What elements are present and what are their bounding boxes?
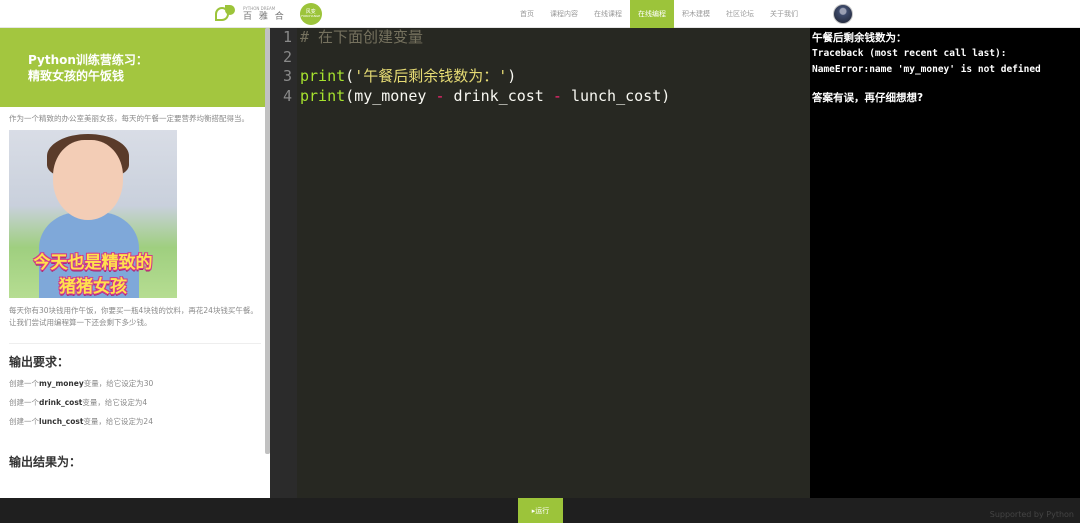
powered-by-text: Supported by Python [989, 510, 1074, 519]
logo-leaf-icon [213, 3, 239, 25]
lesson-content: 作为一个精致的办公室美丽女孩，每天的午餐一定要营养均衡搭配得当。 今天也是精致的… [0, 107, 270, 470]
meme-caption-line1: 今天也是精致的 [33, 253, 153, 273]
lesson-banner: Python训练营练习： 精致女孩的午饭钱 [0, 28, 270, 107]
site-logo[interactable]: PYTHON DREAM 百 雅 合 风变 FORCHANGE [213, 2, 322, 26]
top-navbar: PYTHON DREAM 百 雅 合 风变 FORCHANGE 首页 课程内容 … [0, 0, 1080, 28]
console-feedback: 答案有误，再仔细想想? [812, 92, 924, 104]
nav-item-online-courses[interactable]: 在线课程 [586, 0, 630, 28]
meme-caption-line2: 猪猪女孩 [59, 277, 127, 297]
line-number: 3 [282, 67, 292, 85]
logo-name-cn: 百 雅 合 [243, 11, 286, 22]
nav-item-forum[interactable]: 社区论坛 [718, 0, 762, 28]
console-error: NameError:name 'my_money' is not defined [812, 64, 1041, 75]
lesson-story: 每天你有30块钱用作午饭，你要买一瓶4块钱的饮料，再花24块钱买午餐。让我们尝试… [9, 306, 258, 327]
console-output-title: 午餐后剩余钱数为： [812, 32, 907, 44]
main-nav: 首页 课程内容 在线课程 在线编程 积木建模 社区论坛 关于我们 [512, 0, 806, 28]
requirements-heading: 输出要求： [9, 355, 70, 369]
line-number: 2 [282, 47, 292, 66]
nav-item-courses[interactable]: 课程内容 [542, 0, 586, 28]
requirement-item: 创建一个drink_cost变量，给它设定为4 [9, 398, 148, 407]
code-line-3: print('午餐后剩余钱数为：') [300, 67, 517, 85]
run-button[interactable]: ▸运行 [518, 498, 563, 523]
lesson-title-line1: Python训练营练习： [28, 53, 148, 67]
lesson-intro: 作为一个精致的办公室美丽女孩，每天的午餐一定要营养均衡搭配得当。 [9, 114, 249, 123]
line-numbers: 1 2 3 4 [270, 28, 297, 106]
code-line-1: # 在下面创建变量 [300, 28, 424, 46]
user-avatar[interactable] [833, 4, 853, 24]
requirement-item: 创建一个lunch_cost变量，给它设定为24 [9, 417, 153, 426]
code-line-4: print(my_money - drink_cost - lunch_cost… [300, 86, 671, 105]
meme-image: 今天也是精致的 猪猪女孩 [9, 130, 177, 298]
code-lines[interactable]: # 在下面创建变量 print('午餐后剩余钱数为：') print(my_mo… [300, 28, 670, 106]
output-console: 午餐后剩余钱数为： Traceback (most recent call la… [810, 28, 1080, 498]
line-number: 4 [282, 86, 292, 105]
partner-badge-bottom: FORCHANGE [301, 14, 321, 19]
nav-item-home[interactable]: 首页 [512, 0, 542, 28]
nav-item-block-modeling[interactable]: 积木建模 [674, 0, 718, 28]
nav-item-online-coding[interactable]: 在线编程 [630, 0, 674, 28]
lesson-panel: Python训练营练习： 精致女孩的午饭钱 作为一个精致的办公室美丽女孩，每天的… [0, 28, 270, 498]
partner-badge: 风变 FORCHANGE [299, 3, 322, 25]
requirement-item: 创建一个my_money变量，给它设定为30 [9, 379, 154, 388]
line-number: 1 [282, 28, 292, 46]
lesson-title-line2: 精致女孩的午饭钱 [28, 69, 125, 83]
logo-name-en: PYTHON DREAM [243, 5, 276, 11]
logo-text: PYTHON DREAM 百 雅 合 [243, 5, 286, 22]
nav-item-about[interactable]: 关于我们 [762, 0, 806, 28]
section-divider [9, 343, 261, 344]
console-traceback: Traceback (most recent call last): [812, 48, 1007, 59]
result-heading: 输出结果为： [9, 455, 82, 469]
